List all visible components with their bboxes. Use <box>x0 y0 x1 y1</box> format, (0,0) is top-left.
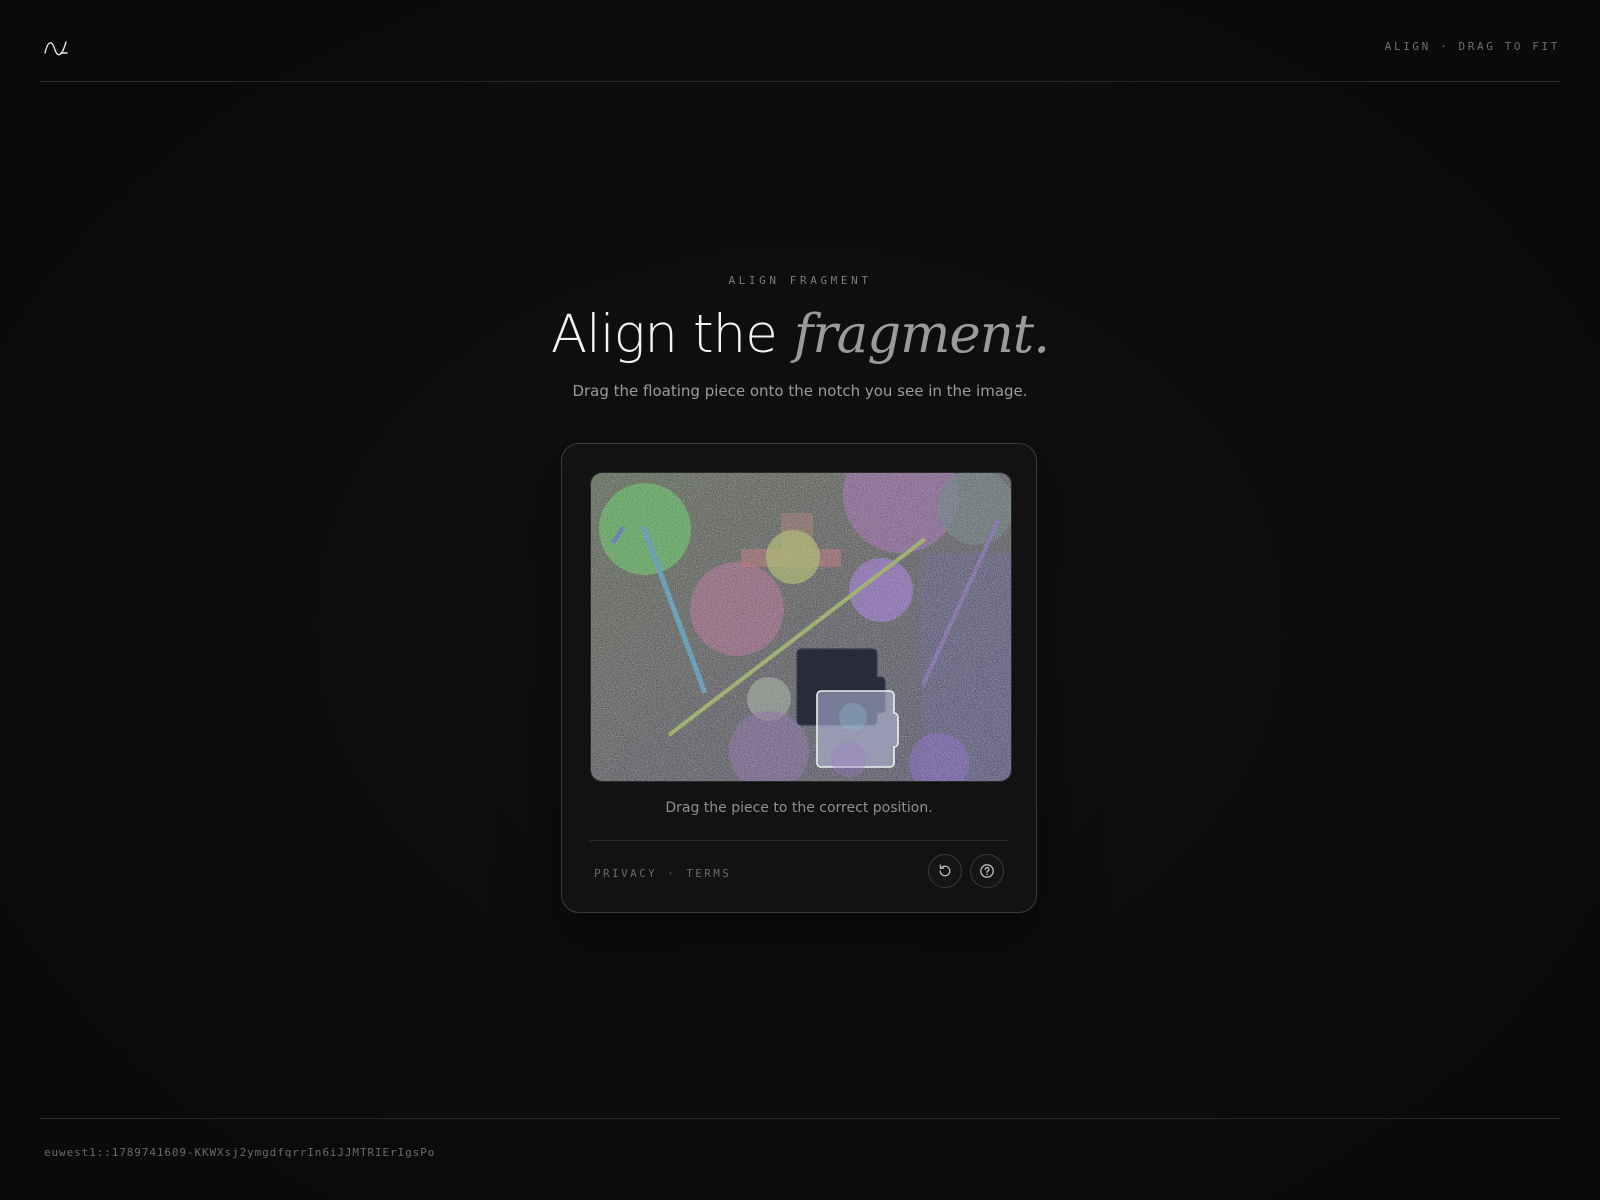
page-title-plain: Align the <box>550 304 778 365</box>
top-bar: ALIGN · DRAG TO FIT <box>40 0 1560 82</box>
instruction-hint: Drag the piece to the correct position. <box>665 800 933 816</box>
page-title-accent: fragment. <box>793 304 1050 365</box>
captcha-card: Drag the piece to the correct position. … <box>561 443 1037 913</box>
page-title: Align the fragment. <box>0 300 1600 370</box>
legal-separator: · <box>667 867 677 880</box>
puzzle-image <box>591 473 1011 781</box>
session-id-text: euwest1::1789741609-KKWXsj2ymgdfqrrIn6iJ… <box>44 1146 436 1159</box>
puzzle-canvas[interactable] <box>590 472 1012 782</box>
card-footer: PRIVACY · TERMS <box>590 840 1008 903</box>
wave-logo-icon <box>44 41 68 56</box>
bottom-bar: euwest1::1789741609-KKWXsj2ymgdfqrrIn6iJ… <box>40 1118 1560 1159</box>
puzzle-piece[interactable] <box>816 690 899 777</box>
eyebrow-label: ALIGN FRAGMENT <box>728 274 872 287</box>
page-subtitle: Drag the floating piece onto the notch y… <box>572 382 1028 400</box>
terms-link[interactable]: TERMS <box>686 867 731 880</box>
privacy-link[interactable]: PRIVACY <box>594 867 657 880</box>
legal-links: PRIVACY · TERMS <box>594 867 731 880</box>
help-icon <box>980 864 994 878</box>
refresh-icon <box>939 864 951 877</box>
help-button[interactable] <box>970 854 1004 888</box>
top-status-text: ALIGN · DRAG TO FIT <box>1384 40 1560 53</box>
refresh-button[interactable] <box>928 854 962 888</box>
